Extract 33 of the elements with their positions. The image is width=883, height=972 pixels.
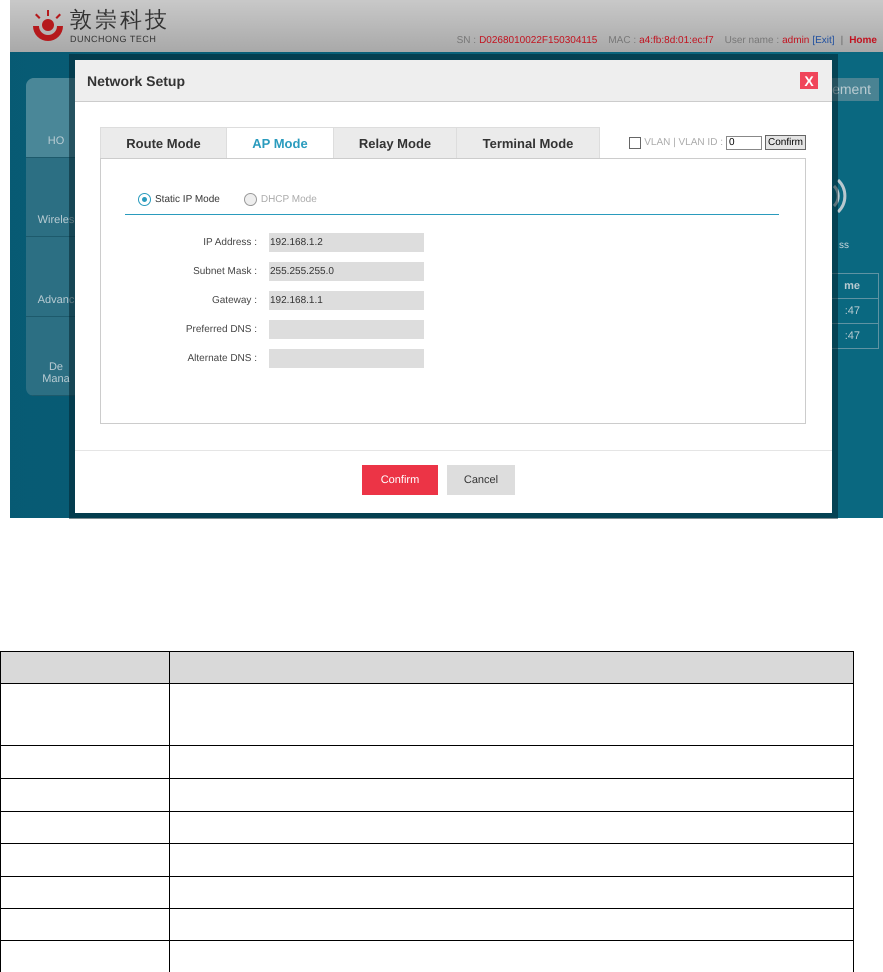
mac-value: a4:fb:8d:01:ec:f7 bbox=[639, 35, 714, 46]
close-button[interactable]: X bbox=[800, 72, 818, 89]
vlan-label: VLAN | VLAN ID : bbox=[644, 137, 723, 148]
dialog-title: Network Setup bbox=[87, 72, 186, 88]
home-link[interactable]: Home bbox=[849, 35, 877, 46]
field-label: Subnet Mask : bbox=[192, 266, 257, 277]
mode-tab[interactable]: Terminal Mode bbox=[456, 127, 600, 158]
confirm-button[interactable]: Confirm bbox=[362, 465, 438, 495]
brand-name: 敦崇科技 bbox=[70, 8, 170, 34]
vlan-confirm-button[interactable]: Confirm bbox=[764, 135, 806, 150]
input-field[interactable]: 192.168.1.1 bbox=[269, 291, 424, 310]
input-field[interactable]: 255.255.255.0 bbox=[269, 262, 424, 281]
field-label: IP Address : bbox=[202, 237, 257, 248]
mac-label: MAC : bbox=[608, 35, 636, 46]
separator: | bbox=[840, 35, 844, 46]
field-label: Gateway : bbox=[210, 295, 257, 306]
table-header: me bbox=[843, 279, 861, 294]
wireless-caption: ss bbox=[839, 240, 849, 251]
user-label: User name : bbox=[724, 35, 780, 46]
exit-link[interactable]: [Exit] bbox=[812, 35, 835, 46]
radio-label[interactable]: Static IP Mode bbox=[155, 194, 220, 205]
field-label: Alternate DNS : bbox=[186, 353, 257, 364]
radio-label[interactable]: DHCP Mode bbox=[260, 194, 317, 205]
sn-value: D0268010022F150304115 bbox=[479, 35, 598, 46]
mode-tab[interactable]: Route Mode bbox=[100, 127, 227, 158]
cancel-button[interactable]: Cancel bbox=[447, 465, 515, 495]
vlan-id-field[interactable]: 0 bbox=[726, 136, 762, 150]
mode-tab[interactable]: Relay Mode bbox=[333, 127, 457, 158]
user-value: admin bbox=[782, 35, 810, 46]
input-field[interactable]: 192.168.1.2 bbox=[269, 233, 424, 252]
sn-label: SN : bbox=[456, 35, 476, 46]
brand-subtitle: DUNCHONG TECH bbox=[70, 34, 158, 44]
field-label: Preferred DNS : bbox=[184, 324, 257, 335]
